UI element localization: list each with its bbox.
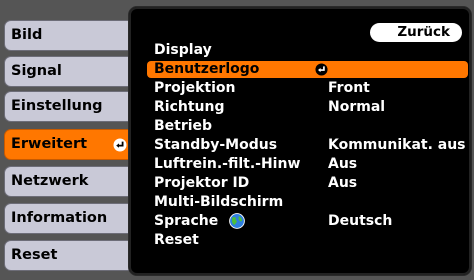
menu-item-benutzerlogo[interactable]: Benutzerlogo xyxy=(147,61,468,78)
tab-label: Netzwerk xyxy=(11,173,89,189)
tab-netzwerk[interactable]: Netzwerk xyxy=(4,166,134,197)
tab-label: Erweitert xyxy=(11,136,88,152)
menu-item-label: Projektion xyxy=(154,80,236,96)
menu-item-label: Betrieb xyxy=(154,118,213,134)
menu-item-value: Normal xyxy=(328,99,386,115)
menu-item-value: Front xyxy=(328,80,370,96)
menu-item-standby-modus[interactable]: Standby-Modus Kommunikat. aus xyxy=(145,137,468,154)
menu-item-label: Display xyxy=(154,42,212,58)
menu-item-label: Luftrein.-filt.-Hinw xyxy=(154,156,301,172)
tab-information[interactable]: Information xyxy=(4,203,134,234)
tab-label: Bild xyxy=(11,27,43,43)
menu-item-display[interactable]: Display xyxy=(145,42,468,59)
menu-item-projektion[interactable]: Projektion Front xyxy=(145,80,468,97)
menu-item-value: Aus xyxy=(328,175,358,191)
menu-item-label: Projektor ID xyxy=(154,175,250,191)
menu-item-value: Kommunikat. aus xyxy=(328,137,466,153)
tab-reset[interactable]: Reset xyxy=(4,240,134,271)
menu-item-sprache[interactable]: Sprache Deutsch xyxy=(145,213,468,230)
tab-label: Information xyxy=(11,210,108,226)
menu-item-label: Multi-Bildschirm xyxy=(154,194,284,210)
menu-item-label: Standby-Modus xyxy=(154,137,278,153)
menu-item-projektor-id[interactable]: Projektor ID Aus xyxy=(145,175,468,192)
tab-label: Einstellung xyxy=(11,98,103,114)
menu-item-value: Aus xyxy=(328,156,358,172)
menu-item-betrieb[interactable]: Betrieb xyxy=(145,118,468,135)
menu-item-reset[interactable]: Reset xyxy=(145,232,468,249)
menu-item-label: Richtung xyxy=(154,99,225,115)
projector-menu: Bild Signal Einstellung Erweitert Netzwe… xyxy=(0,0,474,280)
menu-item-luftreinigung[interactable]: Luftrein.-filt.-Hinw Aus xyxy=(145,156,468,173)
back-button[interactable]: Zurück xyxy=(370,23,462,42)
tab-bild[interactable]: Bild xyxy=(4,20,134,51)
globe-icon xyxy=(229,213,245,229)
menu-item-richtung[interactable]: Richtung Normal xyxy=(145,99,468,116)
enter-icon xyxy=(113,138,127,152)
menu-item-multi-bildschirm[interactable]: Multi-Bildschirm xyxy=(145,194,468,211)
back-label: Zurück xyxy=(397,24,450,40)
tab-einstellung[interactable]: Einstellung xyxy=(4,91,134,122)
tab-erweitert[interactable]: Erweitert xyxy=(4,129,134,160)
menu-item-label: Sprache xyxy=(154,213,219,229)
menu-item-label: Benutzerlogo xyxy=(154,61,260,77)
menu-item-value: Deutsch xyxy=(328,213,393,229)
tab-signal[interactable]: Signal xyxy=(4,56,134,87)
tab-label: Reset xyxy=(11,247,58,263)
menu-item-label: Reset xyxy=(154,232,199,248)
tab-label: Signal xyxy=(11,63,62,79)
enter-icon xyxy=(315,63,328,76)
